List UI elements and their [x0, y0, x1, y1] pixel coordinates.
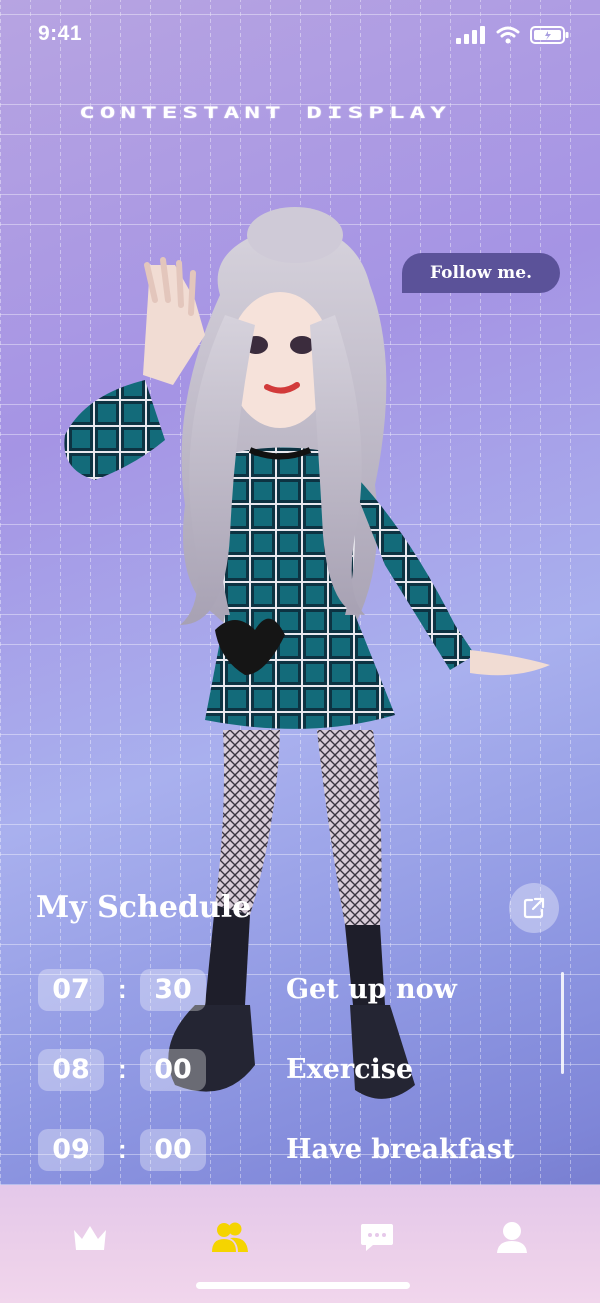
schedule-hour: 07	[38, 969, 104, 1011]
page-title: CONTESTANT DISPLAY	[79, 104, 451, 122]
chat-icon	[361, 1224, 393, 1251]
tab-profile[interactable]	[490, 1217, 534, 1257]
schedule-item[interactable]: 09 : 00 Have breakfast	[38, 1129, 518, 1171]
time-separator: :	[118, 974, 127, 1004]
cellular-signal-icon	[456, 26, 485, 44]
time-separator: :	[118, 1134, 127, 1164]
schedule-item[interactable]: 07 : 30 Get up now	[38, 969, 518, 1011]
status-bar: 9:41	[0, 0, 600, 70]
share-button[interactable]	[509, 883, 559, 933]
tab-contestants[interactable]	[208, 1217, 252, 1257]
share-icon	[523, 897, 545, 919]
schedule-item[interactable]: 08 : 00 Exercise	[38, 1049, 518, 1091]
schedule-minute: 30	[140, 969, 206, 1011]
schedule-hour: 09	[38, 1129, 104, 1171]
schedule-task: Exercise	[286, 1054, 414, 1085]
status-icons	[456, 25, 570, 45]
home-indicator[interactable]	[196, 1282, 410, 1289]
schedule-minute: 00	[140, 1129, 206, 1171]
status-time: 9:41	[38, 22, 83, 45]
wifi-icon	[496, 26, 520, 44]
schedule-hour: 08	[38, 1049, 104, 1091]
people-icon	[212, 1222, 248, 1252]
schedule-task: Get up now	[286, 974, 457, 1005]
time-separator: :	[118, 1054, 127, 1084]
schedule-title: My Schedule	[36, 890, 252, 925]
schedule-minute: 00	[140, 1049, 206, 1091]
follow-me-bubble: Follow me.	[402, 253, 560, 293]
scrollbar[interactable]	[561, 972, 564, 1074]
battery-icon	[530, 26, 569, 44]
tab-ranking[interactable]	[68, 1217, 112, 1257]
schedule-task: Have breakfast	[286, 1134, 515, 1165]
profile-icon	[497, 1222, 527, 1253]
tab-messages[interactable]	[355, 1217, 399, 1257]
crown-icon	[74, 1226, 106, 1250]
